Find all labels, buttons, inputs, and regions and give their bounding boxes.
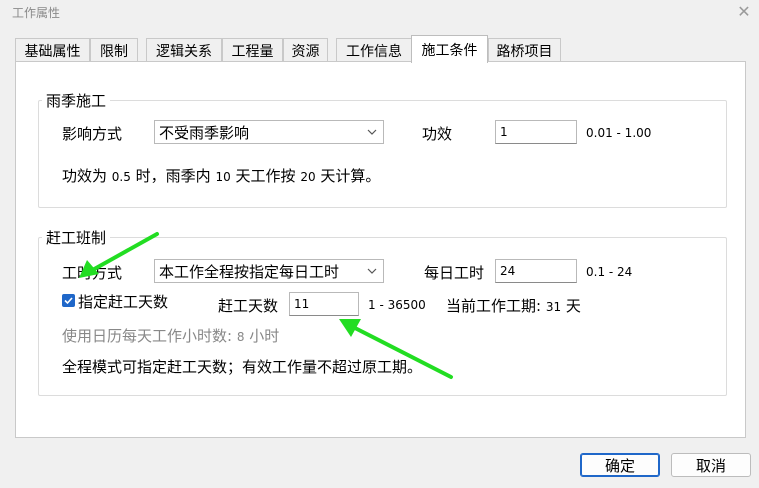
tab-constraints[interactable]: 限制 bbox=[90, 38, 138, 62]
current-period-unit: 天 bbox=[565, 297, 581, 315]
calendar-hours-unit: 小时 bbox=[249, 327, 280, 345]
work-hours-mode-select[interactable]: 本工作全程按指定每日工时 bbox=[154, 259, 384, 283]
rain-note-days-value: 10 bbox=[215, 170, 231, 184]
rain-note-text-4: 天计算。 bbox=[320, 167, 381, 185]
calendar-hours-text: 使用日历每天工作小时数: bbox=[62, 327, 233, 345]
rain-note-efficiency-value: 0.5 bbox=[111, 170, 131, 184]
impact-mode-value: 不受雨季影响 bbox=[159, 123, 250, 142]
close-icon[interactable]: ✕ bbox=[733, 2, 755, 22]
current-period-label: 当前工作工期: bbox=[446, 297, 542, 315]
efficiency-range: 0.01 - 1.00 bbox=[586, 126, 652, 140]
tab-panel: 雨季施工 影响方式 不受雨季影响 功效 1 0.01 - 1.00 功效为 0.… bbox=[15, 61, 746, 438]
tab-logic-relations[interactable]: 逻辑关系 bbox=[146, 38, 222, 62]
rain-note: 功效为 0.5 时，雨季内 10 天工作按 20 天计算。 bbox=[62, 165, 380, 186]
work-hours-mode-label: 工时方式 bbox=[62, 264, 123, 282]
rush-mode-note: 全程模式可指定赶工天数；有效工作量不超过原工期。 bbox=[62, 358, 423, 376]
work-hours-mode-value: 本工作全程按指定每日工时 bbox=[159, 262, 340, 281]
rush-shift-group-title: 赶工班制 bbox=[42, 227, 111, 248]
chevron-down-icon bbox=[367, 129, 377, 135]
rain-season-group bbox=[38, 100, 727, 208]
rain-note-text-2: 时，雨季内 bbox=[135, 167, 211, 185]
calendar-hours-value: 8 bbox=[236, 330, 245, 344]
check-icon bbox=[64, 297, 73, 305]
window-title: 工作属性 bbox=[12, 6, 61, 20]
chevron-down-icon bbox=[367, 268, 377, 274]
rush-days-range: 1 - 36500 bbox=[368, 298, 426, 312]
tab-road-bridge[interactable]: 路桥项目 bbox=[488, 38, 561, 62]
tab-resources[interactable]: 资源 bbox=[283, 38, 328, 62]
tab-work-info[interactable]: 工作信息 bbox=[336, 38, 412, 62]
rush-days-input[interactable]: 11 bbox=[289, 292, 359, 316]
cancel-button[interactable]: 取消 bbox=[671, 453, 751, 477]
rain-note-text-1: 功效为 bbox=[62, 167, 108, 185]
calendar-hours-note: 使用日历每天工作小时数: 8 小时 bbox=[62, 325, 279, 346]
daily-hours-label: 每日工时 bbox=[424, 264, 485, 282]
impact-mode-label: 影响方式 bbox=[62, 125, 123, 143]
rain-note-text-3: 天工作按 bbox=[235, 167, 296, 185]
rain-season-group-title: 雨季施工 bbox=[42, 90, 111, 111]
efficiency-label: 功效 bbox=[422, 125, 453, 143]
rain-note-equivalent-days: 20 bbox=[300, 170, 316, 184]
efficiency-input[interactable]: 1 bbox=[495, 120, 577, 144]
current-period-value: 31 bbox=[545, 300, 562, 314]
tab-strip: 基础属性 限制 逻辑关系 工程量 资源 工作信息 施工条件 路桥项目 bbox=[15, 35, 745, 63]
current-period: 当前工作工期: 31 天 bbox=[446, 295, 581, 316]
tab-quantities[interactable]: 工程量 bbox=[222, 38, 283, 62]
daily-hours-input[interactable]: 24 bbox=[495, 259, 577, 283]
title-bar: 工作属性 ✕ bbox=[0, 0, 759, 26]
specify-rush-days-label[interactable]: 指定赶工天数 bbox=[78, 291, 168, 312]
rush-days-label: 赶工天数 bbox=[218, 297, 279, 315]
daily-hours-range: 0.1 - 24 bbox=[586, 265, 633, 279]
ok-button[interactable]: 确定 bbox=[580, 453, 660, 477]
tab-basic-properties[interactable]: 基础属性 bbox=[15, 38, 90, 62]
impact-mode-select[interactable]: 不受雨季影响 bbox=[154, 120, 384, 144]
specify-rush-days-checkbox[interactable] bbox=[62, 294, 75, 307]
tab-construction-conditions[interactable]: 施工条件 bbox=[411, 35, 488, 63]
